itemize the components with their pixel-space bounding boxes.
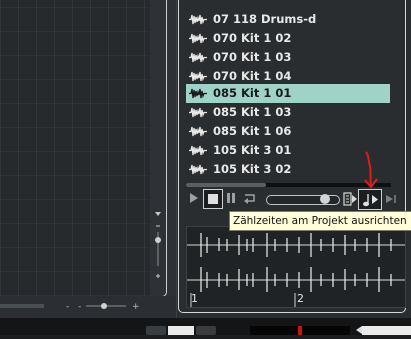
next-button[interactable] (383, 190, 399, 208)
list-item[interactable]: 085 Kit 1 01 (186, 84, 390, 103)
audio-file-icon (189, 145, 207, 156)
editor-frame (0, 0, 167, 297)
stop-icon (208, 194, 218, 204)
audio-file-icon (189, 33, 207, 44)
list-item-label: 085 Kit 1 06 (213, 124, 292, 138)
align-beats-icon (363, 194, 378, 207)
pause-button[interactable] (226, 189, 236, 207)
bottom-mark-3: + (132, 302, 140, 312)
horizontal-zoom-knob (101, 303, 107, 309)
list-item[interactable]: 070 Kit 1 02 (186, 29, 390, 48)
play-button[interactable] (188, 189, 200, 207)
list-item-label: 105 Kit 3 01 (213, 143, 292, 157)
audio-file-icon (189, 14, 207, 25)
ruler-label-2: 2 (297, 292, 304, 305)
auto-play-button[interactable] (343, 190, 357, 208)
loop-icon (244, 194, 255, 204)
red-annotation-arrow (364, 151, 378, 189)
list-scrollbar-thumb[interactable] (186, 183, 266, 187)
stop-button[interactable] (203, 189, 223, 209)
bottom-mark-2: - (78, 302, 81, 312)
list-item[interactable]: 07 118 Drums-d (186, 10, 390, 29)
list-item[interactable]: 085 Kit 1 03 (186, 103, 390, 122)
ruler-label-1: 1 (191, 292, 198, 305)
list-item-label: 105 Kit 3 02 (213, 162, 292, 176)
tooltip: Zählzeiten am Projekt ausrichten (229, 211, 411, 231)
auto-play-icon (343, 192, 357, 206)
list-item-label: 085 Kit 1 03 (213, 105, 292, 119)
horizontal-zoom-controls[interactable]: - - + (0, 296, 176, 318)
list-item-label: 070 Kit 1 02 (213, 31, 292, 45)
list-item-label: 085 Kit 1 01 (213, 86, 292, 100)
list-item[interactable]: 070 Kit 1 03 (186, 48, 390, 67)
play-icon (190, 193, 198, 203)
audio-file-icon (189, 52, 207, 63)
list-item-label: 07 118 Drums-d (213, 12, 317, 26)
status-strip (0, 318, 411, 335)
align-beats-button[interactable] (358, 189, 382, 210)
list-item[interactable]: 085 Kit 1 06 (186, 122, 390, 141)
list-item-label: 070 Kit 1 03 (213, 50, 292, 64)
waveform-preview[interactable] (186, 226, 406, 308)
preview-volume-knob[interactable] (320, 194, 330, 204)
editor-bottom-bar: - - + (0, 296, 176, 318)
pause-icon (227, 193, 235, 203)
next-icon (386, 195, 396, 203)
loop-button[interactable] (241, 189, 259, 207)
audio-file-icon (189, 71, 207, 82)
bottom-mark-1: - (66, 302, 69, 312)
audio-file-icon (189, 107, 207, 118)
audio-file-icon (189, 164, 207, 175)
audio-file-icon (189, 126, 207, 137)
audio-file-icon (189, 88, 207, 99)
waveform-graphic (187, 233, 405, 307)
